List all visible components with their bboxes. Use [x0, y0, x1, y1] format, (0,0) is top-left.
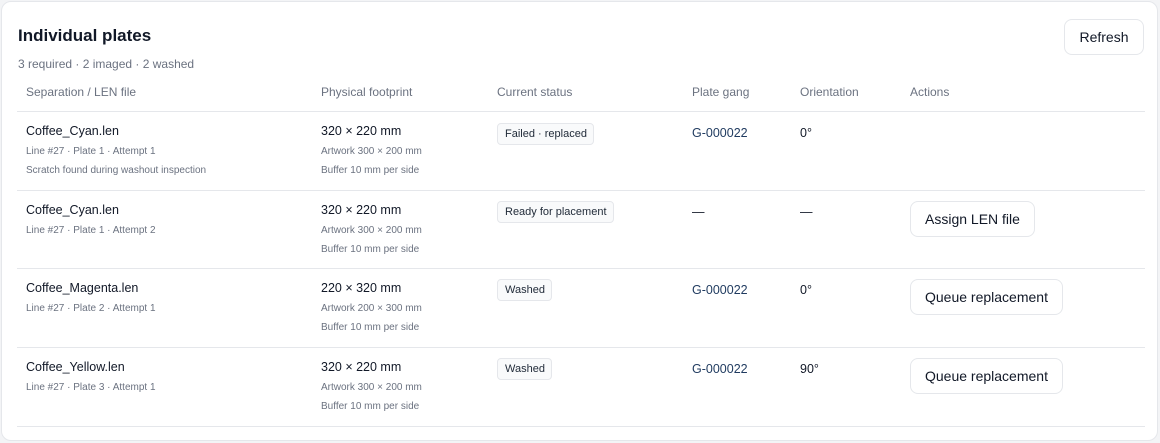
status-cell: Ready for placement [497, 201, 614, 223]
plate-note: Scratch found during washout inspection [26, 165, 207, 176]
status-badge: Washed [497, 279, 552, 301]
table-row: Coffee_Cyan.len Line #27 · Plate 1 · Att… [17, 112, 1145, 191]
table-row: Coffee_Yellow.len Line #27 · Plate 3 · A… [17, 348, 1145, 427]
plate-meta: Line #27 · Plate 1 · Attempt 1 [26, 146, 156, 157]
orientation-cell: — [800, 203, 813, 221]
len-file-name: Coffee_Cyan.len [26, 124, 119, 138]
buffer-size: Buffer 10 mm per side [321, 244, 420, 255]
plate-gang-link[interactable]: G-000022 [692, 126, 748, 140]
plate-meta: Line #27 · Plate 2 · Attempt 1 [26, 303, 156, 314]
gang-cell: — [692, 203, 705, 221]
buffer-size: Buffer 10 mm per side [321, 322, 420, 333]
artwork-size: Artwork 300 × 200 mm [321, 382, 422, 393]
column-header-actions: Actions [910, 85, 950, 99]
footprint-cell: 320 × 220 mm Artwork 300 × 200 mm Buffer… [321, 203, 422, 255]
column-header-footprint: Physical footprint [321, 85, 413, 99]
queue-replacement-button[interactable]: Queue replacement [910, 279, 1063, 315]
assign-len-file-button[interactable]: Assign LEN file [910, 201, 1035, 237]
separation-cell: Coffee_Cyan.len Line #27 · Plate 1 · Att… [26, 124, 206, 176]
orientation-value: 0° [800, 126, 812, 140]
orientation-value: 90° [800, 362, 819, 376]
buffer-size: Buffer 10 mm per side [321, 401, 420, 412]
status-badge: Ready for placement [497, 201, 614, 223]
table-row: Coffee_Cyan.len Line #27 · Plate 1 · Att… [17, 191, 1145, 269]
gang-cell: G-000022 [692, 281, 748, 299]
plates-table: Separation / LEN file Physical footprint… [17, 76, 1145, 427]
status-badge: Washed [497, 358, 552, 380]
column-header-gang: Plate gang [692, 85, 750, 99]
footprint-cell: 320 × 220 mm Artwork 300 × 200 mm Buffer… [321, 360, 422, 412]
section-title: Individual plates [18, 26, 152, 45]
column-header-status: Current status [497, 85, 573, 99]
actions-cell: Queue replacement [910, 279, 1063, 315]
footprint-size: 220 × 320 mm [321, 281, 402, 295]
len-file-name: Coffee_Cyan.len [26, 203, 119, 217]
footprint-size: 320 × 220 mm [321, 360, 402, 374]
orientation-cell: 0° [800, 124, 812, 142]
table-row: Coffee_Magenta.len Line #27 · Plate 2 · … [17, 269, 1145, 348]
footprint-cell: 220 × 320 mm Artwork 200 × 300 mm Buffer… [321, 281, 422, 333]
plate-meta: Line #27 · Plate 3 · Attempt 1 [26, 382, 156, 393]
orientation-value: 0° [800, 283, 812, 297]
plate-meta: Line #27 · Plate 1 · Attempt 2 [26, 225, 156, 236]
column-header-orientation: Orientation [800, 85, 859, 99]
footprint-cell: 320 × 220 mm Artwork 300 × 200 mm Buffer… [321, 124, 422, 176]
separation-cell: Coffee_Magenta.len Line #27 · Plate 2 · … [26, 281, 156, 314]
status-cell: Washed [497, 279, 552, 301]
len-file-name: Coffee_Magenta.len [26, 281, 139, 295]
orientation-cell: 90° [800, 360, 819, 378]
footprint-size: 320 × 220 mm [321, 203, 402, 217]
queue-replacement-button[interactable]: Queue replacement [910, 358, 1063, 394]
buffer-size: Buffer 10 mm per side [321, 165, 420, 176]
actions-cell: Assign LEN file [910, 201, 1035, 237]
orientation-value: — [800, 205, 813, 219]
separation-cell: Coffee_Yellow.len Line #27 · Plate 3 · A… [26, 360, 156, 393]
status-badge: Failed · replaced [497, 123, 594, 145]
plates-card: Individual plates 3 required · 2 imaged … [1, 1, 1158, 441]
gang-cell: G-000022 [692, 124, 748, 142]
actions-cell: Queue replacement [910, 358, 1063, 394]
table-header: Separation / LEN file Physical footprint… [17, 76, 1145, 112]
artwork-size: Artwork 300 × 200 mm [321, 146, 422, 157]
plate-gang-link[interactable]: G-000022 [692, 283, 748, 297]
len-file-name: Coffee_Yellow.len [26, 360, 125, 374]
footprint-size: 320 × 220 mm [321, 124, 402, 138]
plate-gang-value: — [692, 205, 705, 219]
separation-cell: Coffee_Cyan.len Line #27 · Plate 1 · Att… [26, 203, 156, 236]
status-cell: Washed [497, 358, 552, 380]
plate-gang-link[interactable]: G-000022 [692, 362, 748, 376]
gang-cell: G-000022 [692, 360, 748, 378]
artwork-size: Artwork 300 × 200 mm [321, 225, 422, 236]
orientation-cell: 0° [800, 281, 812, 299]
refresh-button[interactable]: Refresh [1064, 19, 1144, 55]
plate-summary: 3 required · 2 imaged · 2 washed [18, 57, 195, 71]
status-cell: Failed · replaced [497, 123, 594, 145]
column-header-separation: Separation / LEN file [26, 85, 137, 99]
artwork-size: Artwork 200 × 300 mm [321, 303, 422, 314]
